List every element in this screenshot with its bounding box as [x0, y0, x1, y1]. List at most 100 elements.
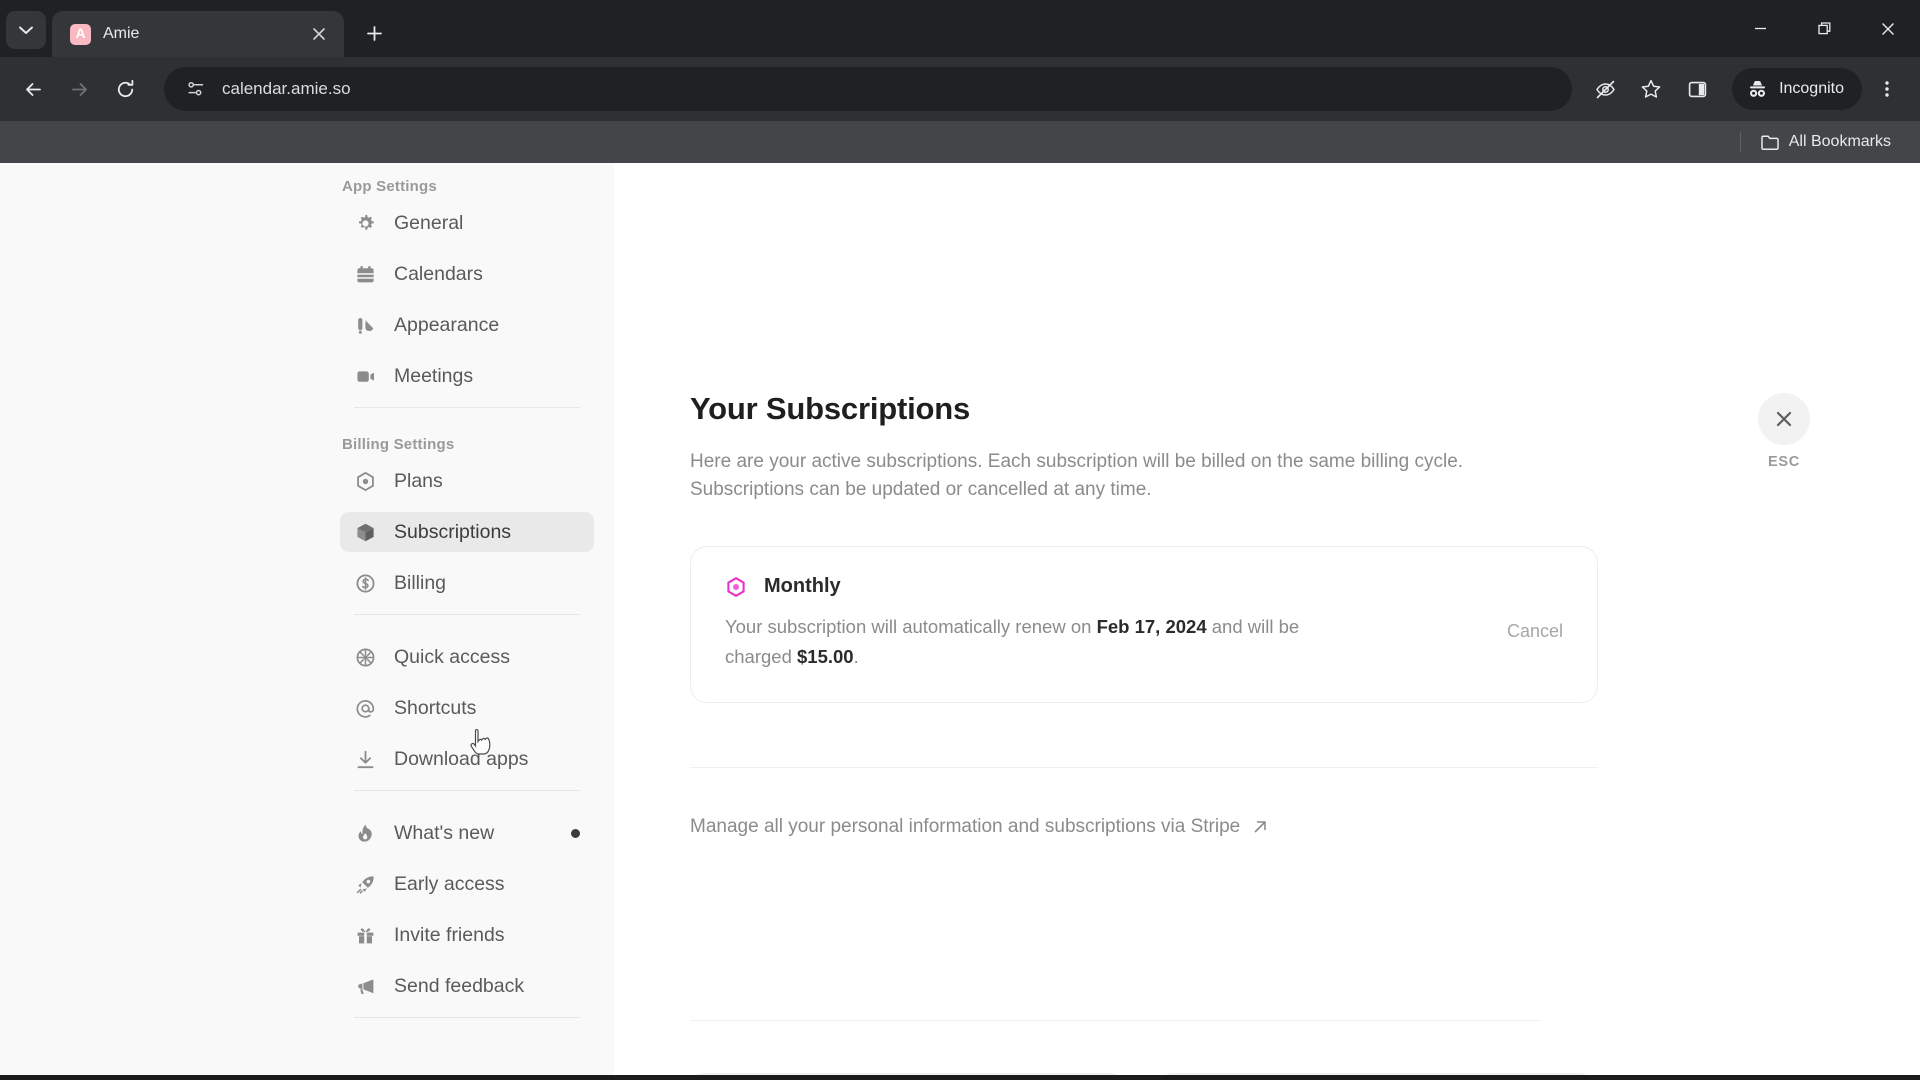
plus-icon — [366, 25, 382, 41]
flame-icon — [354, 822, 376, 844]
sidebar-item-download-apps[interactable]: Download apps — [340, 739, 594, 779]
gear-icon — [354, 212, 376, 234]
three-dot-menu-icon — [1885, 81, 1889, 97]
maximize-button[interactable] — [1792, 0, 1856, 57]
page-description: Here are your active subscriptions. Each… — [690, 451, 1464, 500]
box-icon — [354, 521, 376, 543]
sidebar-item-calendars[interactable]: Calendars — [340, 254, 594, 294]
window-close-icon — [1882, 22, 1894, 35]
calendar-icon — [354, 263, 376, 285]
dollar-icon — [354, 572, 376, 594]
sidebar-item-label: What's new — [394, 821, 495, 844]
at-icon — [354, 697, 376, 719]
sidebar-item-subscriptions[interactable]: Subscriptions — [340, 512, 594, 552]
sidebar-item-whats-new[interactable]: What's new — [340, 813, 594, 853]
page-viewport: App Settings General Calendars Appearanc… — [0, 163, 1920, 1080]
sidebar-divider-1 — [354, 407, 580, 408]
sidebar-item-appearance[interactable]: Appearance — [340, 305, 594, 345]
settings-modal: App Settings General Calendars Appearanc… — [0, 163, 1920, 1080]
chevron-down-icon — [19, 26, 33, 34]
close-modal-button[interactable] — [1758, 393, 1810, 445]
window-bottom-edge — [0, 1075, 1920, 1080]
subscription-card: Monthly Your subscription will automatic… — [690, 546, 1598, 703]
gift-icon — [354, 924, 376, 946]
settings-sidebar: App Settings General Calendars Appearanc… — [0, 163, 614, 1080]
sidebar-item-label: Invite friends — [394, 923, 505, 946]
sidebar-item-label: Meetings — [394, 364, 474, 387]
subscription-detail: Your subscription will automatically ren… — [725, 612, 1365, 671]
all-bookmarks-label: All Bookmarks — [1788, 133, 1891, 150]
page-info-icon — [188, 81, 204, 96]
new-tab-button[interactable] — [356, 15, 392, 51]
unread-dot — [571, 828, 580, 838]
sidebar-item-billing[interactable]: Billing — [340, 563, 594, 603]
subscription-name: Monthly — [764, 575, 841, 598]
amie-favicon: A — [70, 23, 91, 45]
renew-date: Feb 17, 2024 — [1096, 616, 1207, 638]
hexagon-icon — [725, 576, 747, 598]
cancel-subscription-button[interactable]: Cancel — [1507, 575, 1563, 642]
sidebar-item-label: Billing — [394, 571, 447, 594]
tracking-protection-button[interactable] — [1584, 68, 1626, 110]
browser-window: A Amie calendar.amie.so Incognito All Bo… — [0, 0, 1920, 1080]
incognito-label: Incognito — [1779, 80, 1844, 97]
all-bookmarks-button[interactable]: All Bookmarks — [1751, 128, 1900, 156]
back-button[interactable] — [12, 68, 54, 110]
esc-label: ESC — [1768, 454, 1800, 470]
sidebar-item-plans[interactable]: Plans — [340, 461, 594, 501]
sidebar-item-quick-access[interactable]: Quick access — [340, 637, 594, 677]
renew-text-3: . — [853, 646, 859, 668]
minimize-button[interactable] — [1728, 0, 1792, 57]
close-window-button[interactable] — [1856, 0, 1920, 57]
content-divider-2 — [690, 1020, 1540, 1021]
sidebar-item-general[interactable]: General — [340, 203, 594, 243]
address-bar[interactable]: calendar.amie.so — [164, 67, 1573, 111]
bookmarks-bar: All Bookmarks — [0, 121, 1920, 163]
url-text: calendar.amie.so — [222, 79, 351, 98]
close-icon — [1776, 411, 1792, 427]
reload-button[interactable] — [104, 68, 146, 110]
star-icon — [1641, 79, 1661, 98]
section-label-app-settings: App Settings — [342, 178, 437, 195]
incognito-icon — [1750, 80, 1766, 97]
tab-close-button[interactable] — [306, 21, 332, 47]
section-label-billing-settings: Billing Settings — [342, 436, 455, 453]
folder-icon — [1761, 135, 1779, 150]
sidebar-item-label: General — [394, 211, 464, 234]
stripe-link-label: Manage all your personal information and… — [690, 815, 1241, 837]
stripe-manage-link[interactable]: Manage all your personal information and… — [690, 816, 1269, 838]
sidebar-divider-4 — [354, 1017, 580, 1018]
browser-tab[interactable]: A Amie — [52, 11, 344, 57]
side-panel-button[interactable] — [1676, 68, 1718, 110]
sidebar-item-label: Quick access — [394, 645, 510, 668]
hexagon-icon — [354, 470, 376, 492]
close-modal-control[interactable]: ESC — [1758, 393, 1810, 470]
page-title: Your Subscriptions — [690, 391, 971, 426]
sidebar-item-shortcuts[interactable]: Shortcuts — [340, 688, 594, 728]
renew-text-1: Your subscription will automatically ren… — [725, 616, 1097, 638]
forward-button[interactable] — [58, 68, 100, 110]
sidebar-item-send-feedback[interactable]: Send feedback — [340, 966, 594, 1006]
bookmark-button[interactable] — [1630, 68, 1672, 110]
tab-search-button[interactable] — [6, 11, 46, 49]
incognito-profile-button[interactable]: Incognito — [1732, 68, 1862, 110]
sidebar-item-label: Shortcuts — [394, 696, 477, 719]
sidebar-item-invite-friends[interactable]: Invite friends — [340, 915, 594, 955]
arrow-right-icon — [71, 82, 87, 96]
sidebar-item-label: Calendars — [394, 262, 483, 285]
favicon-letter: A — [75, 25, 86, 41]
sidebar-item-early-access[interactable]: Early access — [340, 864, 594, 904]
sidebar-item-meetings[interactable]: Meetings — [340, 356, 594, 396]
sidebar-item-label: Subscriptions — [394, 520, 512, 543]
wheel-icon — [354, 646, 376, 668]
sidebar-item-label: Appearance — [394, 313, 500, 336]
maximize-icon — [1817, 22, 1830, 35]
sidebar-item-label: Plans — [394, 469, 443, 492]
browser-menu-button[interactable] — [1866, 68, 1908, 110]
close-icon — [313, 28, 325, 40]
charge-amount: $15.00 — [797, 646, 854, 668]
tab-strip: A Amie — [0, 0, 1920, 57]
sidebar-divider-3 — [354, 790, 580, 791]
content-divider-1 — [690, 766, 1598, 768]
minimize-icon — [1754, 27, 1766, 30]
